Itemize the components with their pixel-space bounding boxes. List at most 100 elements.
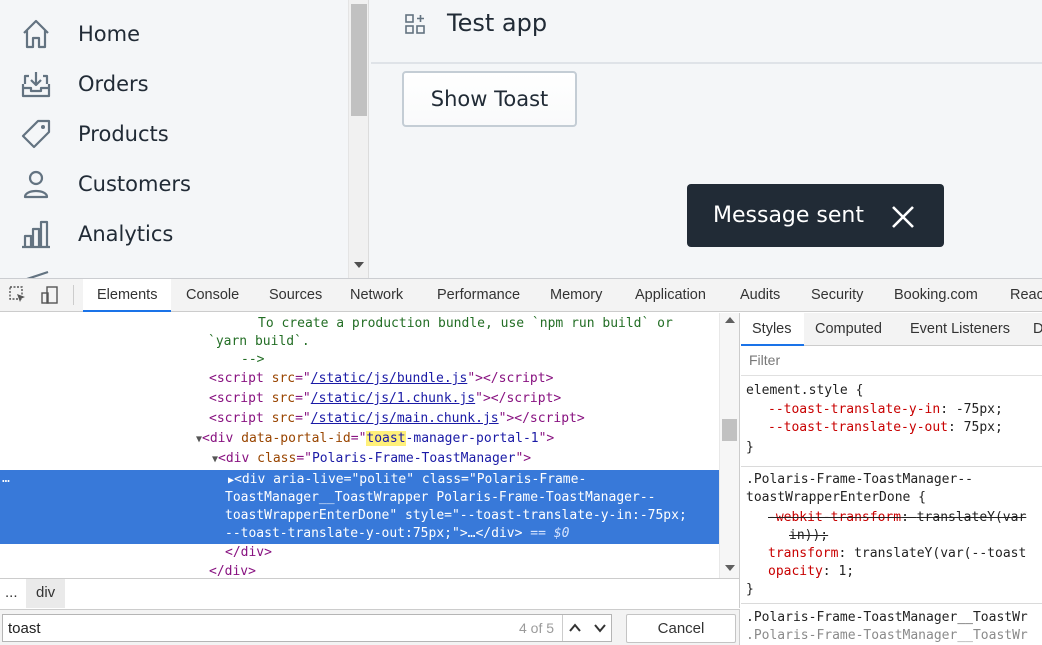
scrollbar-thumb[interactable]: [351, 4, 367, 116]
attr-name: class: [421, 472, 462, 487]
script-src-link[interactable]: /static/js/bundle.js: [311, 371, 468, 386]
toolbar-divider: [73, 285, 74, 305]
tab-sources[interactable]: Sources: [269, 279, 322, 312]
breadcrumb-item[interactable]: div: [26, 579, 66, 608]
filter-input[interactable]: Filter: [749, 352, 780, 368]
code-line-close-div[interactable]: </div>: [209, 563, 256, 578]
scroll-down-arrow-icon[interactable]: [354, 262, 364, 268]
code-line-script[interactable]: <script src="/static/js/main.chunk.js"><…: [209, 410, 585, 428]
tab-styles[interactable]: Styles: [741, 313, 804, 346]
styles-tab-bar: Styles Computed Event Listeners D: [741, 313, 1042, 346]
match-count: 4 of 5: [519, 620, 555, 636]
code-line-toastmanager-div[interactable]: ▼<div class="Polaris-Frame-ToastManager"…: [212, 450, 531, 468]
rule-element-style: element.style { --toast-translate-y-in: …: [741, 377, 1042, 467]
script-src-link[interactable]: /static/js/main.chunk.js: [311, 411, 499, 426]
tab-computed[interactable]: Computed: [815, 313, 882, 346]
rule-toast-wrapper-enter-done: .Polaris-Frame-ToastManager-- toastWrapp…: [741, 468, 1042, 604]
attr-name: style: [405, 508, 445, 523]
apps-icon: [404, 13, 426, 35]
css-value: translateY(var(--toast: [854, 546, 1027, 561]
sidebar-item-analytics[interactable]: Analytics: [0, 214, 340, 254]
attr-value: --toast-translate-y-out:75px;": [225, 526, 460, 541]
breadcrumb-ellipsis[interactable]: ...: [5, 584, 18, 601]
sidebar-item-label: Products: [78, 122, 169, 146]
selected-node[interactable]: … ▶<div aria-live="polite" class="Polari…: [0, 470, 719, 544]
sidebar-item-label: Orders: [78, 72, 149, 96]
rule-close-brace: }: [746, 440, 754, 455]
styles-filter: Filter: [741, 346, 1042, 376]
sidebar-item-customers[interactable]: Customers: [0, 164, 340, 204]
selected-line-2: ToastManager__ToastWrapper Polaris-Frame…: [225, 490, 656, 505]
show-toast-button[interactable]: Show Toast: [402, 71, 577, 127]
css-value: 75px;: [963, 420, 1003, 435]
css-declaration-overridden[interactable]: -webkit-transform: translateY(var: [768, 509, 1026, 527]
top-bar: Test app: [371, 0, 1042, 64]
sidebar-item-products[interactable]: Products: [0, 114, 340, 154]
css-property: transform: [768, 546, 839, 561]
css-property: --toast-translate-y-in: [768, 402, 941, 417]
tab-elements[interactable]: Elements: [83, 279, 171, 312]
scroll-up-arrow-icon[interactable]: [725, 317, 735, 323]
rule-selector: .Polaris-Frame-ToastManager__ToastWr: [746, 628, 1028, 643]
sidebar-item-partial[interactable]: [0, 264, 340, 278]
code-comment-line: To create a production bundle, use `npm …: [258, 316, 673, 331]
chevron-up-icon[interactable]: [562, 615, 586, 641]
rule-selector: toastWrapperEnterDone {: [746, 490, 927, 505]
tag-open: <div: [234, 472, 274, 487]
css-declaration[interactable]: --toast-translate-y-in: -75px;: [768, 401, 1003, 419]
tab-console[interactable]: Console: [186, 279, 239, 312]
sidebar-item-orders[interactable]: Orders: [0, 64, 340, 104]
chevron-down-icon[interactable]: [588, 615, 612, 641]
attr-value: -manager-portal-1: [405, 431, 539, 446]
bar-chart-icon: [20, 218, 52, 250]
rule-close-brace: }: [746, 582, 754, 597]
tag-close: >…</div>: [459, 526, 523, 541]
tab-performance[interactable]: Performance: [437, 279, 520, 312]
page-title: Test app: [447, 9, 548, 37]
css-value: translateY(var: [916, 510, 1027, 525]
css-declaration[interactable]: --toast-translate-y-out: 75px;: [768, 419, 1003, 437]
toast: Message sent: [687, 184, 944, 247]
tab-react[interactable]: Reac: [1010, 279, 1042, 312]
attr-value: "polite": [351, 472, 415, 487]
tab-event-listeners[interactable]: Event Listeners: [910, 313, 1010, 346]
scroll-down-arrow-icon[interactable]: [725, 565, 735, 571]
tag-icon: [20, 118, 52, 150]
attr-value: Polaris-Frame-ToastManager: [311, 451, 516, 466]
inspect-element-icon[interactable]: [8, 285, 28, 305]
css-declaration[interactable]: opacity: 1;: [768, 563, 854, 581]
selected-marker: == $0: [530, 526, 570, 541]
sidebar-scrollbar[interactable]: [348, 0, 369, 278]
script-src-link[interactable]: /static/js/1.chunk.js: [311, 391, 475, 406]
rule-selector: .Polaris-Frame-ToastManager__ToastWr: [746, 610, 1028, 625]
tab-dom-breakpoints[interactable]: D: [1033, 313, 1042, 346]
css-declaration[interactable]: transform: translateY(var(--toast: [768, 545, 1026, 563]
elements-scrollbar[interactable]: [719, 313, 739, 578]
toast-message: Message sent: [713, 203, 864, 228]
close-icon[interactable]: [890, 204, 916, 230]
tab-booking[interactable]: Booking.com: [894, 279, 978, 312]
rule-selector: element.style {: [746, 383, 864, 398]
node-menu-dots[interactable]: …: [2, 470, 10, 488]
tab-audits[interactable]: Audits: [740, 279, 780, 312]
selected-line-1: ▶<div aria-live="polite" class="Polaris-…: [228, 472, 587, 487]
sidebar-item-home[interactable]: Home: [0, 14, 340, 54]
styles-pane: Styles Computed Event Listeners D Filter…: [741, 313, 1042, 645]
devtools-panel: Elements Console Sources Network Perform…: [0, 278, 1042, 645]
tab-application[interactable]: Application: [635, 279, 706, 312]
code-line-portal-div[interactable]: ▼<div data-portal-id="toast-manager-port…: [196, 430, 554, 448]
tab-security[interactable]: Security: [811, 279, 863, 312]
code-line-close-div[interactable]: </div>: [225, 544, 272, 562]
code-line-script[interactable]: <script src="/static/js/1.chunk.js"></sc…: [209, 390, 561, 408]
tab-memory[interactable]: Memory: [550, 279, 602, 312]
tab-network[interactable]: Network: [350, 279, 403, 312]
device-toolbar-icon[interactable]: [40, 285, 60, 305]
cancel-button[interactable]: Cancel: [626, 614, 736, 643]
selected-line-4: --toast-translate-y-out:75px;">…</div> =…: [225, 525, 569, 543]
css-property: opacity: [768, 564, 823, 579]
attr-value: toastWrapperEnterDone": [225, 508, 398, 523]
attr-value: "--toast-translate-y-in:-75px;: [451, 508, 687, 523]
scrollbar-thumb[interactable]: [722, 419, 737, 441]
code-line-script[interactable]: <script src="/static/js/bundle.js"></scr…: [209, 370, 553, 388]
selected-line-3: toastWrapperEnterDone" style="--toast-tr…: [225, 508, 687, 523]
